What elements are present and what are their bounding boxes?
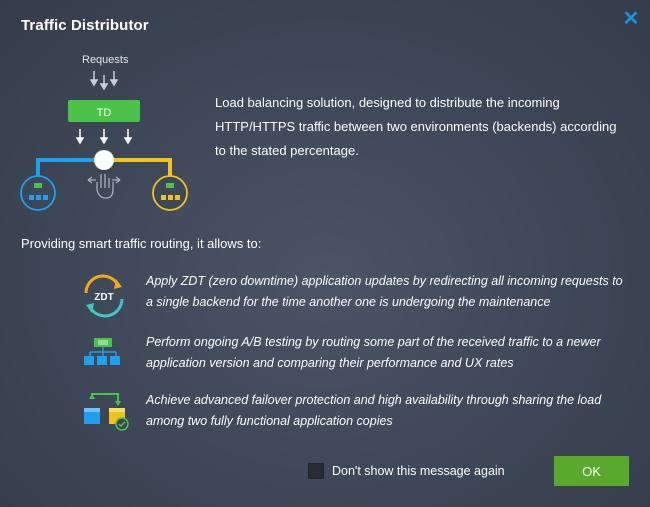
backend-left-icon (20, 175, 56, 211)
failover-icon (78, 390, 132, 440)
svg-text:ZDT: ZDT (94, 292, 113, 303)
requests-label: Requests (82, 54, 129, 66)
allows-heading: Providing smart traffic routing, it allo… (21, 236, 262, 251)
traffic-distributor-diagram: Requests TD (18, 50, 198, 220)
diagram-graphic: TD (20, 71, 188, 211)
swipe-hand-icon (87, 174, 121, 199)
checkbox-icon[interactable] (308, 463, 324, 479)
feature-ab-testing: Perform ongoing A/B testing by routing s… (78, 332, 628, 382)
dont-show-label: Don't show this message again (332, 464, 505, 478)
ok-button[interactable]: OK (554, 456, 629, 486)
backend-right-icon (152, 175, 188, 211)
td-label: TD (97, 107, 112, 119)
traffic-distributor-dialog: Traffic Distributor ✕ Requests TD Load b… (0, 0, 650, 507)
feature-failover-text: Achieve advanced failover protection and… (146, 393, 602, 428)
left-route-line (36, 158, 104, 178)
zdt-icon: ZDT (78, 271, 132, 321)
dialog-title: Traffic Distributor (21, 17, 149, 34)
feature-zdt: ZDT Apply ZDT (zero downtime) applicatio… (78, 271, 628, 321)
close-icon[interactable]: ✕ (621, 8, 641, 30)
intro-description: Load balancing solution, designed to dis… (215, 95, 617, 158)
request-arrows-icon (89, 71, 119, 91)
td-output-arrows-icon (75, 129, 133, 145)
feature-ab-testing-text: Perform ongoing A/B testing by routing s… (146, 335, 601, 370)
ab-testing-icon (78, 332, 132, 382)
feature-failover: Achieve advanced failover protection and… (78, 390, 628, 440)
right-route-line (104, 158, 172, 178)
feature-zdt-text: Apply ZDT (zero downtime) application up… (146, 274, 623, 309)
dont-show-checkbox[interactable]: Don't show this message again (308, 462, 505, 480)
distributor-node (94, 150, 114, 170)
